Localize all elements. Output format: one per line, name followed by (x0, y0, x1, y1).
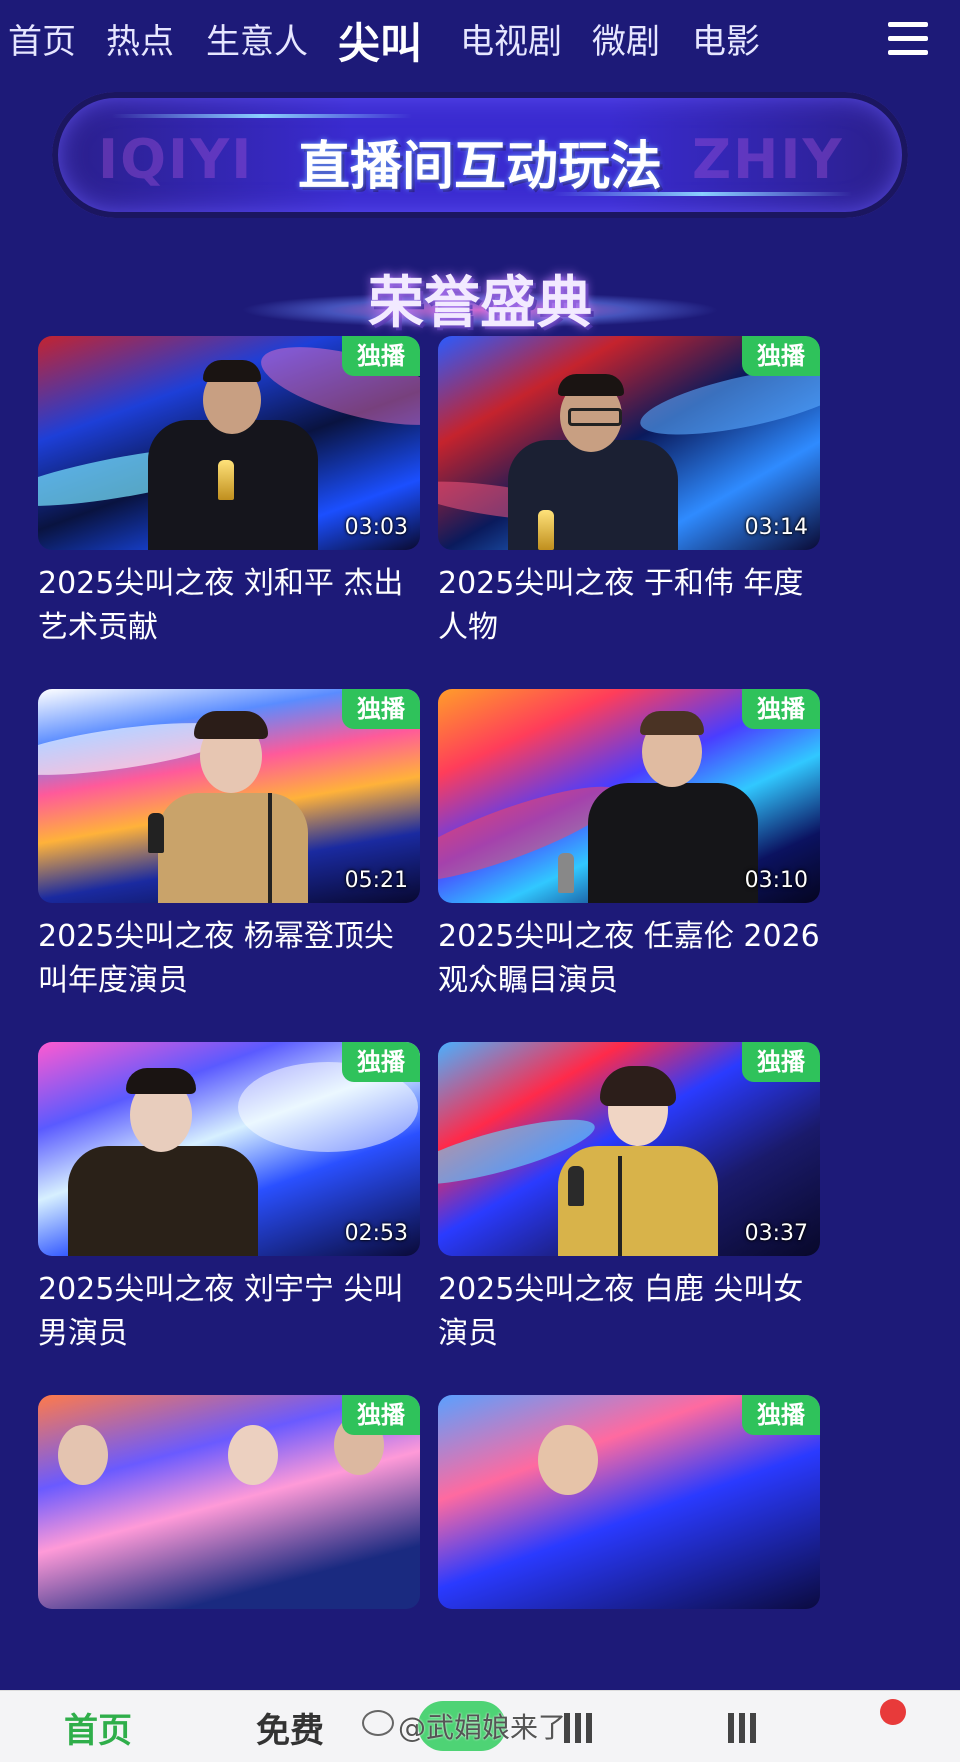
video-card[interactable]: 独播 (38, 1395, 420, 1609)
video-title[interactable]: 2025尖叫之夜 刘和平 杰出艺术贡献 (38, 562, 420, 650)
video-duration: 03:10 (744, 868, 808, 893)
tab-hot[interactable]: 热点 (106, 14, 174, 63)
notification-dot-icon (880, 1699, 906, 1725)
video-thumbnail[interactable]: 独播 03:03 (38, 336, 420, 550)
exclusive-badge: 独播 (342, 1395, 420, 1435)
video-thumbnail[interactable]: 独播 05:21 (38, 689, 420, 903)
presenter-figure (148, 703, 318, 903)
banner-title: 直播间互动玩法 (297, 137, 662, 197)
video-card[interactable]: 独播 03:14 2025尖叫之夜 于和伟 年度人物 (438, 336, 820, 650)
presenter-figure (558, 1056, 718, 1256)
video-thumbnail[interactable]: 独播 (38, 1395, 420, 1609)
microphone-stand (618, 1156, 622, 1256)
exclusive-badge: 独播 (342, 1042, 420, 1082)
exclusive-badge: 独播 (742, 1395, 820, 1435)
video-thumbnail[interactable]: 独播 03:37 (438, 1042, 820, 1256)
video-card[interactable]: 独播 03:37 2025尖叫之夜 白鹿 尖叫女演员 (438, 1042, 820, 1356)
video-card[interactable]: 独播 02:53 2025尖叫之夜 刘宇宁 尖叫男演员 (38, 1042, 420, 1356)
exclusive-badge: 独播 (742, 689, 820, 729)
section-header: 荣誉盛典 (230, 240, 730, 340)
weibo-logo-icon (362, 1710, 394, 1736)
video-title[interactable]: 2025尖叫之夜 任嘉伦 2026观众瞩目演员 (438, 915, 820, 1003)
bottom-tab-free[interactable]: 免费 (256, 1703, 324, 1752)
tab-micro-drama[interactable]: 微剧 (592, 14, 660, 63)
video-duration: 03:37 (744, 1221, 808, 1246)
trophy-icon (568, 1166, 584, 1206)
video-duration: 02:53 (344, 1221, 408, 1246)
exclusive-badge: 独播 (342, 336, 420, 376)
presenter-figure (558, 703, 758, 903)
video-duration: 03:03 (344, 515, 408, 540)
trophy-icon (538, 510, 554, 550)
tab-movie[interactable]: 电影 (692, 14, 760, 63)
video-card[interactable]: 独播 05:21 2025尖叫之夜 杨幂登顶尖叫年度演员 (38, 689, 420, 1003)
video-duration: 03:14 (744, 515, 808, 540)
hamburger-menu-icon[interactable] (888, 22, 928, 58)
tab-tv-series[interactable]: 电视剧 (460, 14, 562, 63)
video-title[interactable]: 2025尖叫之夜 杨幂登顶尖叫年度演员 (38, 915, 420, 1003)
bottom-tab-icon[interactable] (564, 1713, 634, 1743)
video-duration: 05:21 (344, 868, 408, 893)
top-nav: 首页 热点 生意人 尖叫 电视剧 微剧 电影 (0, 0, 960, 80)
trophy-icon (558, 853, 574, 893)
section-title: 荣誉盛典 (368, 271, 592, 336)
video-title[interactable]: 2025尖叫之夜 于和伟 年度人物 (438, 562, 820, 650)
bottom-tab-icon[interactable] (728, 1713, 798, 1743)
tab-business[interactable]: 生意人 (206, 14, 308, 63)
microphone-stand (268, 793, 272, 903)
presenter-figure (148, 350, 318, 550)
trophy-icon (148, 813, 164, 853)
tab-home[interactable]: 首页 (8, 14, 76, 63)
video-card[interactable]: 独播 (438, 1395, 820, 1609)
video-title[interactable]: 2025尖叫之夜 白鹿 尖叫女演员 (438, 1268, 820, 1356)
exclusive-badge: 独播 (742, 1042, 820, 1082)
video-card[interactable]: 独播 03:03 2025尖叫之夜 刘和平 杰出艺术贡献 (38, 336, 420, 650)
live-interaction-banner[interactable]: IQIYI ZHIY 直播间互动玩法 (52, 92, 908, 218)
exclusive-badge: 独播 (742, 336, 820, 376)
banner-light-streak (112, 114, 412, 118)
video-thumbnail[interactable]: 独播 (438, 1395, 820, 1609)
bottom-tab-home[interactable]: 首页 (64, 1703, 132, 1752)
video-title[interactable]: 2025尖叫之夜 刘宇宁 尖叫男演员 (38, 1268, 420, 1356)
trophy-icon (218, 460, 234, 500)
exclusive-badge: 独播 (342, 689, 420, 729)
video-card[interactable]: 独播 03:10 2025尖叫之夜 任嘉伦 2026观众瞩目演员 (438, 689, 820, 1003)
watermark: @武娟娘来了 (398, 1711, 567, 1744)
video-thumbnail[interactable]: 独播 02:53 (38, 1042, 420, 1256)
video-thumbnail[interactable]: 独播 03:10 (438, 689, 820, 903)
tab-scream[interactable]: 尖叫 (338, 10, 422, 71)
presenter-figure (68, 1056, 258, 1256)
video-thumbnail[interactable]: 独播 03:14 (438, 336, 820, 550)
presenter-figure (508, 360, 678, 550)
